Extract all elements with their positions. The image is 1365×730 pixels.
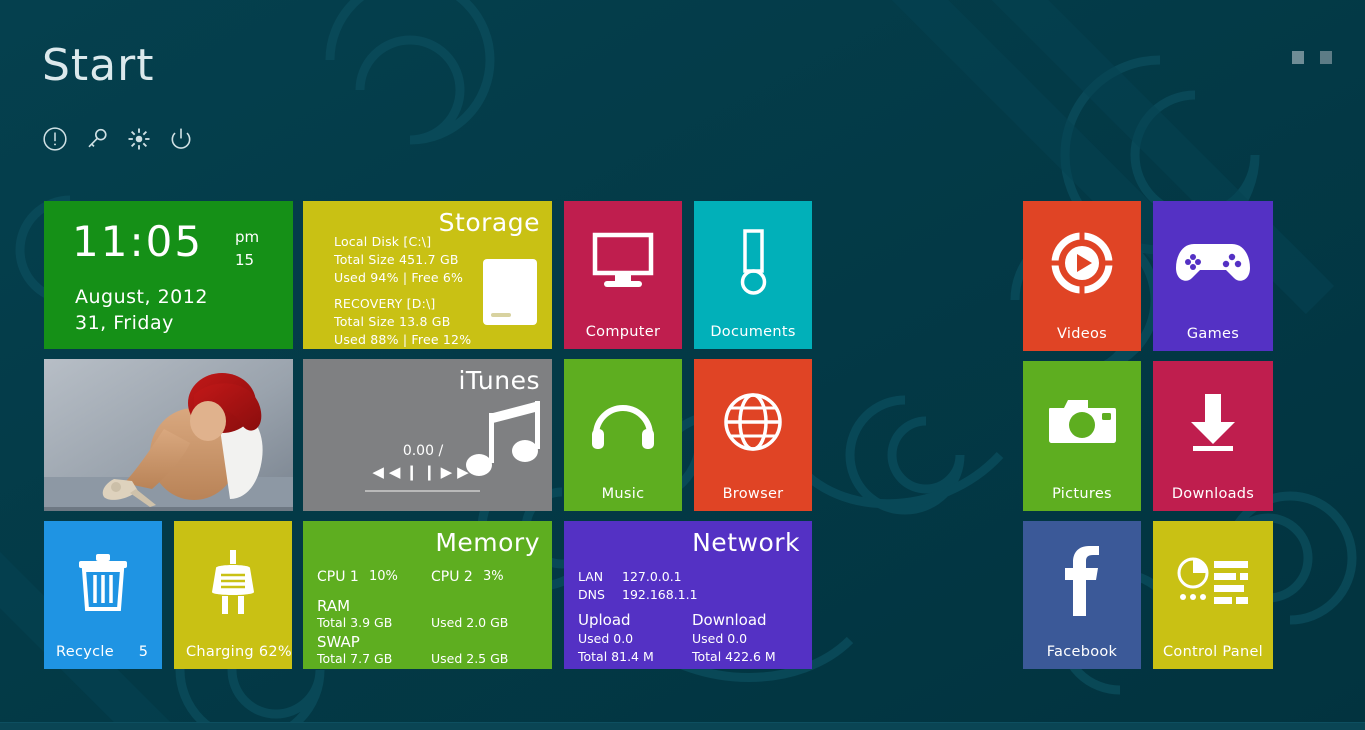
- recycle-label: Recycle: [56, 644, 114, 660]
- trash-icon: [79, 554, 127, 611]
- swap-total: Total 7.7 GB: [317, 651, 393, 666]
- itunes-progress-bar[interactable]: [365, 490, 480, 492]
- music-label: Music: [601, 486, 645, 502]
- monitor-icon: [592, 232, 654, 287]
- games-tile[interactable]: Games: [1153, 201, 1273, 351]
- clock-tile[interactable]: 11:05 pm 15 August, 2012 31, Friday: [44, 201, 293, 349]
- control-panel-label: Control Panel: [1162, 644, 1264, 660]
- cpu2-value: 3%: [483, 569, 504, 584]
- control-panel-icon-wrap: [1153, 521, 1273, 643]
- cpu1-label: CPU 1: [317, 569, 359, 585]
- upload-label: Upload: [578, 611, 631, 629]
- charging-tile[interactable]: Charging 62%: [174, 521, 292, 669]
- pause-icon[interactable]: ❙❙: [405, 463, 440, 481]
- browser-tile[interactable]: Browser: [694, 359, 812, 511]
- document-icon-wrap: [694, 201, 812, 323]
- music-tile[interactable]: Music: [564, 359, 682, 511]
- headphones-icon-wrap: [564, 359, 682, 485]
- dns-label: DNS: [578, 587, 605, 602]
- play-circle-icon-wrap: [1023, 201, 1141, 325]
- memory-tile[interactable]: Memory CPU 1 10% CPU 2 3% RAM Total 3.9 …: [303, 521, 552, 669]
- globe-icon-wrap: [694, 359, 812, 485]
- cpu2-label: CPU 2: [431, 569, 473, 585]
- control-panel-icon: [1177, 557, 1248, 604]
- memory-title: Memory: [435, 528, 540, 557]
- globe-icon: [724, 393, 782, 451]
- ram-total: Total 3.9 GB: [317, 615, 393, 630]
- computer-tile[interactable]: Computer: [564, 201, 682, 349]
- download-label: Download: [692, 611, 767, 629]
- storage-drive1-total: Total Size 13.8 GB: [334, 314, 451, 329]
- music-note-icon: [466, 401, 540, 476]
- upload-total: Total 81.4 M: [578, 649, 654, 664]
- videos-tile[interactable]: Videos: [1023, 201, 1141, 351]
- facebook-f-icon-wrap: [1023, 521, 1141, 643]
- lan-label: LAN: [578, 569, 604, 584]
- gamepad-icon: [1176, 244, 1250, 281]
- control-panel-tile[interactable]: Control Panel: [1153, 521, 1273, 669]
- itunes-title: iTunes: [458, 366, 540, 395]
- recycle-count: 5: [138, 644, 148, 660]
- documents-label: Documents: [710, 324, 796, 340]
- headphones-icon: [592, 405, 654, 449]
- external-drive-icon: [483, 259, 537, 325]
- computer-label: Computer: [585, 324, 661, 340]
- storage-title: Storage: [438, 208, 540, 237]
- pictures-label: Pictures: [1052, 486, 1112, 502]
- power-plug-icon: [212, 550, 254, 614]
- upload-used: Used 0.0: [578, 631, 634, 646]
- photo-tile[interactable]: [44, 359, 293, 511]
- storage-drive1-usage: Used 88% | Free 12%: [334, 332, 472, 347]
- tile-grid: 11:05 pm 15 August, 2012 31, Friday Stor…: [0, 0, 1365, 730]
- trash-icon-wrap: [44, 521, 162, 643]
- gamepad-icon-wrap: [1153, 201, 1273, 325]
- download-used: Used 0.0: [692, 631, 748, 646]
- facebook-f-icon: [1065, 546, 1099, 616]
- browser-label: Browser: [722, 486, 784, 502]
- recycle-tile[interactable]: Recycle 5: [44, 521, 162, 669]
- pictures-tile[interactable]: Pictures: [1023, 361, 1141, 511]
- play-circle-icon: [1050, 231, 1114, 295]
- camera-icon: [1049, 400, 1116, 443]
- download-arrow-icon: [1191, 394, 1235, 451]
- clock-date-line2: 31, Friday: [75, 312, 174, 334]
- clock-time: 11:05: [72, 217, 204, 266]
- charging-label: Charging 62%: [186, 644, 292, 660]
- documents-tile[interactable]: Documents: [694, 201, 812, 349]
- camera-icon-wrap: [1023, 361, 1141, 485]
- facebook-label: Facebook: [1046, 644, 1118, 660]
- download-arrow-icon-wrap: [1153, 361, 1273, 485]
- storage-drive0-total: Total Size 451.7 GB: [334, 252, 459, 267]
- power-plug-icon-wrap: [174, 521, 292, 643]
- storage-drive0-usage: Used 94% | Free 6%: [334, 270, 464, 285]
- lan-value: 127.0.0.1: [622, 569, 682, 584]
- ram-label: RAM: [317, 597, 351, 615]
- downloads-label: Downloads: [1171, 486, 1255, 502]
- download-total: Total 422.6 M: [692, 649, 776, 664]
- clock-seconds: 15: [235, 251, 255, 269]
- games-label: Games: [1186, 326, 1240, 342]
- photo-thumbnail: [44, 359, 293, 511]
- network-title: Network: [692, 528, 800, 557]
- videos-label: Videos: [1057, 326, 1107, 342]
- storage-tile[interactable]: Storage Local Disk [C:\] Total Size 451.…: [303, 201, 552, 349]
- downloads-tile[interactable]: Downloads: [1153, 361, 1273, 511]
- swap-label: SWAP: [317, 633, 360, 651]
- rewind-icon[interactable]: ◀◀: [372, 463, 405, 481]
- swap-used: Used 2.5 GB: [431, 651, 509, 666]
- storage-drive0-label: Local Disk [C:\]: [334, 234, 432, 249]
- facebook-tile[interactable]: Facebook: [1023, 521, 1141, 669]
- monitor-icon-wrap: [564, 201, 682, 323]
- storage-drive1-label: RECOVERY [D:\]: [334, 296, 436, 311]
- clock-date-line1: August, 2012: [75, 286, 208, 308]
- dns-value: 192.168.1.1: [622, 587, 698, 602]
- itunes-tile[interactable]: iTunes 0.00 / ◀◀❙❙▶▶: [303, 359, 552, 511]
- ram-used: Used 2.0 GB: [431, 615, 509, 630]
- clock-ampm: pm: [235, 228, 260, 246]
- document-icon: [740, 229, 767, 295]
- network-tile[interactable]: Network LAN 127.0.0.1 DNS 192.168.1.1 Up…: [564, 521, 812, 669]
- cpu1-value: 10%: [369, 569, 398, 584]
